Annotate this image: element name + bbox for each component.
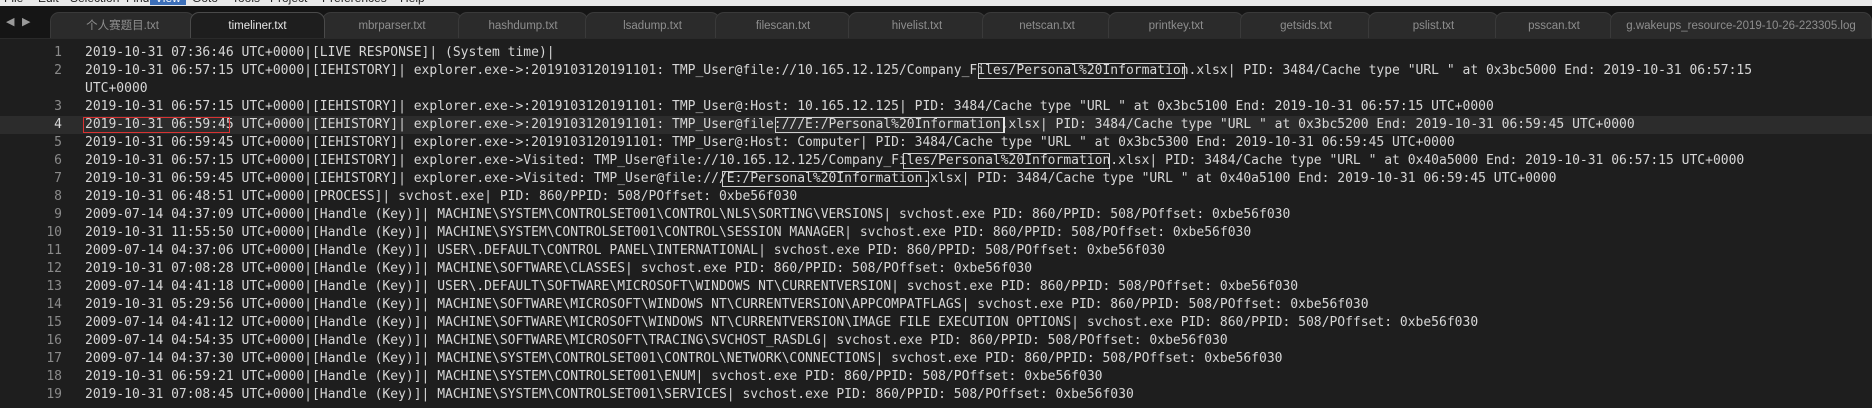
code-line[interactable]: 5 2019-10-31 06:59:45 UTC+0000|[IEHISTORY… (0, 134, 1872, 152)
code-line[interactable]: 7 2019-10-31 06:59:45 UTC+0000|[IEHISTORY… (0, 170, 1872, 188)
tab-timeliner-txt[interactable]: timeliner.txt (190, 12, 325, 38)
line-number: 2 (54, 63, 62, 78)
tab-hashdump-txt[interactable]: hashdump.txt (458, 12, 588, 38)
line-text: 2019-10-31 11:55:50 UTC+0000|[Handle (Ke… (85, 225, 1252, 240)
line-text: 2009-07-14 04:41:18 UTC+0000|[Handle (Ke… (85, 279, 1299, 294)
menu-item-edit[interactable]: Edit (38, 0, 59, 5)
tab-txt[interactable]: 个人赛题目.txt (50, 12, 195, 38)
tab-printkey-txt[interactable]: printkey.txt (1108, 12, 1244, 38)
tab-netscan-txt[interactable]: netscan.txt (982, 12, 1112, 38)
line-text: 2019-10-31 07:08:28 UTC+0000|[Handle (Ke… (85, 261, 1033, 276)
line-number: 14 (46, 297, 62, 312)
line-text: 2009-07-14 04:37:09 UTC+0000|[Handle (Ke… (85, 207, 1291, 222)
menu-item-selection[interactable]: Selection (70, 0, 119, 5)
line-text: 2019-10-31 07:08:45 UTC+0000|[Handle (Ke… (85, 387, 1134, 402)
code-line[interactable]: 13 2009-07-14 04:41:18 UTC+0000|[Handle (… (0, 278, 1872, 296)
line-number: 19 (46, 387, 62, 402)
line-text: 2009-07-14 04:37:30 UTC+0000|[Handle (Ke… (85, 351, 1283, 366)
line-number: 3 (54, 99, 62, 114)
line-number: 8 (54, 189, 62, 204)
line-number: 6 (54, 153, 62, 168)
line-number: 1 (54, 45, 62, 60)
line-text: 2019-10-31 06:57:15 UTC+0000|[IEHISTORY]… (85, 63, 1753, 78)
line-number: 18 (46, 369, 62, 384)
tab-bar: ◀ ▶ 个人赛题目.txt timeliner.txt mbrparser.txt h… (0, 6, 1872, 39)
line-text: 2019-10-31 05:29:56 UTC+0000|[Handle (Ke… (85, 297, 1369, 312)
line-number: 13 (46, 279, 62, 294)
menu-item-view[interactable]: View (150, 0, 186, 5)
tab-psscan-txt[interactable]: psscan.txt (1495, 12, 1613, 38)
line-number: 10 (46, 225, 62, 240)
code-line[interactable]: UTC+0000 (0, 80, 1872, 98)
menu-item-tools[interactable]: Tools (232, 0, 260, 5)
menu-item-help[interactable]: Help (400, 0, 425, 5)
line-number: 4 (54, 117, 62, 132)
line-text: 2019-10-31 06:48:51 UTC+0000|[PROCESS]| … (85, 189, 798, 204)
menu-item-project[interactable]: Project (270, 0, 307, 5)
line-number: 12 (46, 261, 62, 276)
line-text: 2019-10-31 06:59:45 UTC+0000|[IEHISTORY]… (85, 135, 1455, 150)
tab-g-wakeups-resource-2019-10-26-223305-log[interactable]: g.wakeups_resource-2019-10-26-223305.log (1610, 12, 1872, 38)
tab-lsadump-txt[interactable]: lsadump.txt (585, 12, 720, 38)
line-text: 2019-10-31 06:57:15 UTC+0000|[IEHISTORY]… (85, 153, 1745, 168)
tab-getsids-txt[interactable]: getsids.txt (1240, 12, 1372, 38)
line-number: 15 (46, 315, 62, 330)
line-text: 2019-10-31 07:36:46 UTC+0000|[LIVE RESPO… (85, 45, 555, 60)
line-text: 2009-07-14 04:37:06 UTC+0000|[Handle (Ke… (85, 243, 1166, 258)
line-number: 11 (46, 243, 62, 258)
code-line[interactable]: 12 2019-10-31 07:08:28 UTC+0000|[Handle (… (0, 260, 1872, 278)
code-line[interactable]: 2 2019-10-31 06:57:15 UTC+0000|[IEHISTORY… (0, 62, 1872, 80)
code-line[interactable]: 14 2019-10-31 05:29:56 UTC+0000|[Handle (… (0, 296, 1872, 314)
line-number: 5 (54, 135, 62, 150)
line-number: 16 (46, 333, 62, 348)
tab-forward-arrow-icon[interactable]: ▶ (22, 15, 30, 28)
code-line[interactable]: 4 2019-10-31 06:59:45 UTC+0000|[IEHISTORY… (0, 116, 1872, 134)
tab-back-arrow-icon[interactable]: ◀ (6, 15, 14, 28)
tab-pslist-txt[interactable]: pslist.txt (1368, 12, 1499, 38)
code-line[interactable]: 8 2019-10-31 06:48:51 UTC+0000|[PROCESS]|… (0, 188, 1872, 206)
code-line[interactable]: 3 2019-10-31 06:57:15 UTC+0000|[IEHISTORY… (0, 98, 1872, 116)
code-line[interactable]: 18 2019-10-31 06:59:21 UTC+0000|[Handle (… (0, 368, 1872, 386)
line-text: 2019-10-31 06:57:15 UTC+0000|[IEHISTORY]… (85, 99, 1494, 114)
text-caret (1003, 117, 1006, 133)
code-line[interactable]: 6 2019-10-31 06:57:15 UTC+0000|[IEHISTORY… (0, 152, 1872, 170)
code-line[interactable]: 10 2019-10-31 11:55:50 UTC+0000|[Handle (… (0, 224, 1872, 242)
code-line[interactable]: 17 2009-07-14 04:37:30 UTC+0000|[Handle (… (0, 350, 1872, 368)
tab-filescan-txt[interactable]: filescan.txt (715, 12, 851, 38)
code-line[interactable]: 19 2019-10-31 07:08:45 UTC+0000|[Handle (… (0, 386, 1872, 404)
line-text: 2019-10-31 06:59:45 UTC+0000|[IEHISTORY]… (85, 117, 1635, 132)
code-line[interactable]: 16 2009-07-14 04:54:35 UTC+0000|[Handle (… (0, 332, 1872, 350)
line-text: 2009-07-14 04:41:12 UTC+0000|[Handle (Ke… (85, 315, 1479, 330)
line-text: 2019-10-31 06:59:21 UTC+0000|[Handle (Ke… (85, 369, 1103, 384)
line-number: 9 (54, 207, 62, 222)
code-line[interactable]: 11 2009-07-14 04:37:06 UTC+0000|[Handle (… (0, 242, 1872, 260)
menu-item-goto[interactable]: Goto (192, 0, 218, 5)
menu-item-file[interactable]: File (4, 0, 23, 5)
code-line[interactable]: 9 2009-07-14 04:37:09 UTC+0000|[Handle (K… (0, 206, 1872, 224)
code-line[interactable]: 15 2009-07-14 04:41:12 UTC+0000|[Handle (… (0, 314, 1872, 332)
line-number: 7 (54, 171, 62, 186)
menu-item-preferences[interactable]: Preferences (322, 0, 387, 5)
line-text: 2009-07-14 04:54:35 UTC+0000|[Handle (Ke… (85, 333, 1228, 348)
editor-view[interactable]: 1 2019-10-31 07:36:46 UTC+0000|[LIVE RESP… (0, 39, 1872, 408)
line-text: UTC+0000 (85, 81, 148, 96)
code-line[interactable]: 1 2019-10-31 07:36:46 UTC+0000|[LIVE RESP… (0, 44, 1872, 62)
line-text: 2019-10-31 06:59:45 UTC+0000|[IEHISTORY]… (85, 171, 1557, 186)
tab-hivelist-txt[interactable]: hivelist.txt (848, 12, 986, 38)
tab-mbrparser-txt[interactable]: mbrparser.txt (322, 12, 462, 38)
line-number: 17 (46, 351, 62, 366)
menu-item-find[interactable]: Find (126, 0, 149, 5)
